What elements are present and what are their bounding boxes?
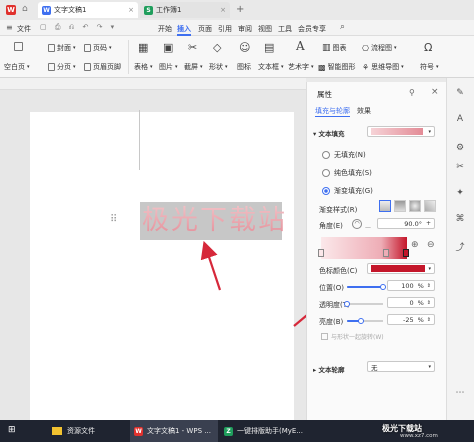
stop-color-label: 色标颜色(C) xyxy=(319,267,358,275)
transparency-input[interactable]: 0 % ⇕ xyxy=(387,297,435,308)
spinner-icon[interactable]: ⇕ xyxy=(427,283,431,289)
brightness-slider[interactable] xyxy=(347,318,383,324)
option-gradient-fill[interactable]: 渐变填充(G) xyxy=(322,186,373,196)
style-icon[interactable]: A xyxy=(452,114,468,128)
angle-dial-icon[interactable]: ◠ xyxy=(352,219,362,229)
gradient-stop-end[interactable] xyxy=(403,249,409,257)
position-label: 位置(O) xyxy=(319,284,344,292)
taskbar-item-wps[interactable]: W 文字文稿1 - WPS ... xyxy=(130,420,218,442)
option-solid-fill[interactable]: 纯色填充(S) xyxy=(322,168,372,178)
position-input[interactable]: 100 % ⇕ xyxy=(387,280,435,291)
gradient-rect-preset[interactable] xyxy=(409,200,421,212)
star-icon[interactable]: ✦ xyxy=(452,188,468,202)
radio-gradient-fill[interactable] xyxy=(322,187,330,195)
position-slider-knob[interactable] xyxy=(380,284,386,290)
gradient-style-presets[interactable] xyxy=(379,200,436,212)
fill-swatch xyxy=(371,128,423,135)
more-icon[interactable]: ⋯ xyxy=(452,388,468,402)
rotate-with-shape-checkbox[interactable] xyxy=(321,333,328,340)
stop-color-swatch xyxy=(371,265,425,272)
angle-input[interactable]: 90.0 ° + xyxy=(377,218,435,229)
taskbar: ⊞ 资源文件 W 文字文稿1 - WPS ... Z 一键排版助手(MyE...… xyxy=(0,420,474,442)
radio-no-fill[interactable] xyxy=(322,151,330,159)
pin-icon[interactable]: ⚲ xyxy=(409,88,415,97)
share-icon[interactable]: ⤴ xyxy=(452,240,468,254)
spinner-icon[interactable]: ⇕ xyxy=(427,300,431,306)
plus-icon[interactable]: + xyxy=(426,220,431,227)
brightness-input[interactable]: -25 % ⇕ xyxy=(387,314,435,325)
gradient-linear-preset[interactable] xyxy=(379,200,391,212)
gradient-stop-start[interactable] xyxy=(318,249,324,257)
brightness-label: 亮度(B) xyxy=(319,318,344,326)
close-icon[interactable]: × xyxy=(431,87,439,97)
tab-fill-outline[interactable]: 填充与轮廓 xyxy=(315,106,350,117)
text-outline-label[interactable]: ▸ 文本轮廓 xyxy=(313,364,345,374)
settings-sliders-icon[interactable]: ⚙ xyxy=(452,143,468,157)
app-icon: Z xyxy=(224,426,233,436)
wps-icon: W xyxy=(134,426,143,436)
chevron-down-icon: ▾ xyxy=(428,363,431,370)
rotate-with-shape-option[interactable]: 与形状一起旋转(W) xyxy=(321,332,384,341)
add-stop-icon[interactable]: ⊕ xyxy=(411,240,419,250)
gradient-stop-bar[interactable] xyxy=(318,237,409,259)
arrow-to-text xyxy=(200,240,222,291)
gradient-radial-preset[interactable] xyxy=(394,200,406,212)
remove-stop-icon[interactable]: ⊖ xyxy=(427,240,435,250)
folder-icon xyxy=(52,427,62,435)
start-icon[interactable]: ⊞ xyxy=(8,425,16,435)
transparency-slider-knob[interactable] xyxy=(344,301,350,307)
text-fill-label[interactable]: ▾ 文本填充 xyxy=(313,128,345,138)
spinner-icon[interactable]: ⇕ xyxy=(427,317,431,323)
panel-title: 属性 xyxy=(317,90,332,99)
gradient-path-preset[interactable] xyxy=(424,200,436,212)
property-panel: 属性 ⚲ × 填充与轮廓 效果 ▾ 文本填充 ▾ 无填充(N) 纯色填充(S) … xyxy=(306,82,446,420)
option-no-fill[interactable]: 无填充(N) xyxy=(322,150,366,160)
watermark-url: www.xz7.com xyxy=(400,433,438,439)
text-fill-dropdown[interactable]: ▾ xyxy=(367,126,435,137)
gradient-style-label: 渐变样式(R) xyxy=(319,206,358,214)
taskbar-item-app[interactable]: Z 一键排版助手(MyE... xyxy=(220,420,310,442)
position-slider-fill xyxy=(347,286,383,288)
chevron-down-icon: ▾ xyxy=(428,265,431,272)
tab-effects[interactable]: 效果 xyxy=(357,106,371,116)
text-outline-dropdown[interactable]: 无 ▾ xyxy=(367,361,435,372)
position-slider[interactable] xyxy=(347,284,386,290)
stop-color-dropdown[interactable]: ▾ xyxy=(367,263,435,274)
translate-icon[interactable]: ⌘ xyxy=(452,214,468,228)
brightness-slider-knob[interactable] xyxy=(357,318,364,324)
pen-icon[interactable]: ✎ xyxy=(452,88,468,102)
gradient-stop-mid[interactable] xyxy=(383,249,389,257)
angle-label: 角度(E) xyxy=(319,222,343,230)
radio-solid-fill[interactable] xyxy=(322,169,330,177)
tools-icon[interactable]: ✂ xyxy=(452,162,468,176)
transparency-slider[interactable] xyxy=(344,301,383,307)
minus-icon[interactable]: — xyxy=(365,224,371,231)
chevron-down-icon: ▾ xyxy=(428,128,431,135)
taskbar-item-folder[interactable]: 资源文件 xyxy=(48,420,130,442)
